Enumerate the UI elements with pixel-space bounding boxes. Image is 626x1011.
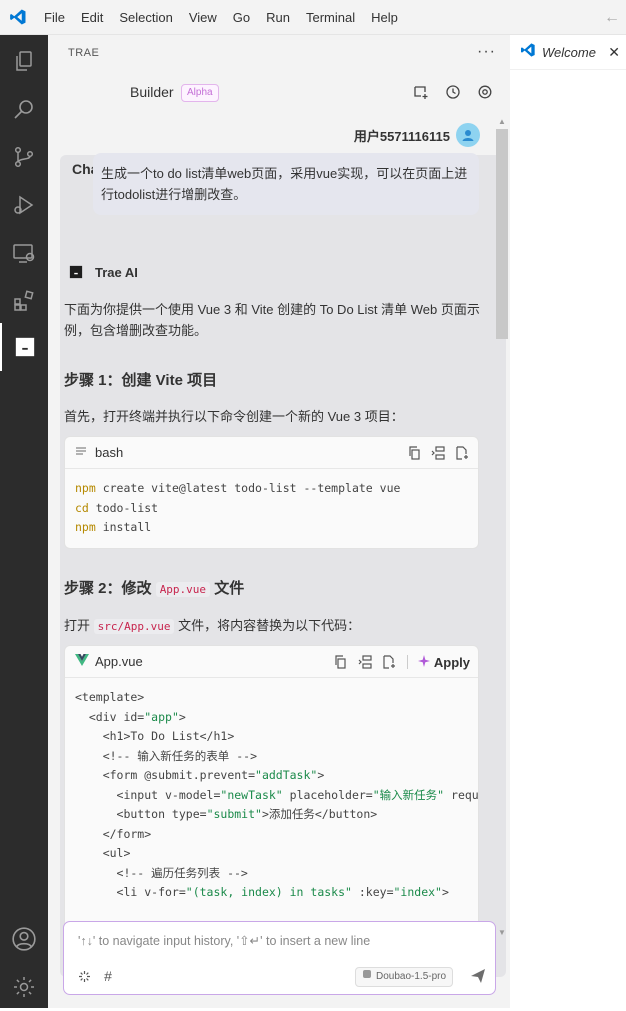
close-icon[interactable]: ✕: [608, 44, 620, 61]
step2-text-prefix: 打开: [64, 618, 94, 633]
menu-view[interactable]: View: [181, 0, 225, 35]
menu-help[interactable]: Help: [363, 0, 406, 35]
step2-heading-suffix: 文件: [210, 580, 245, 597]
ai-header: Trae AI: [64, 260, 138, 284]
code-kw: npm: [75, 520, 96, 534]
code-block-header: bash: [65, 437, 478, 469]
ai-intro-text: 下面为你提供一个使用 Vue 3 和 Vite 创建的 To Do List 清…: [64, 302, 480, 338]
settings-gear-icon[interactable]: [0, 963, 48, 1011]
bash-code-block: bash npm create vite@latest todo-list --…: [64, 436, 479, 549]
code-line: install: [95, 520, 152, 534]
apply-button[interactable]: Apply: [406, 654, 470, 670]
code-body: npm create vite@latest todo-list --templ…: [65, 469, 478, 548]
trae-ai-avatar-icon: [64, 260, 88, 284]
vscode-tab-icon: [520, 42, 536, 63]
menu-edit[interactable]: Edit: [73, 0, 111, 35]
tab-builder[interactable]: Builder: [118, 78, 186, 106]
code-kw: npm: [75, 481, 96, 495]
scroll-up-arrow-icon[interactable]: ▲: [498, 117, 506, 126]
new-chat-icon[interactable]: [412, 83, 430, 101]
trae-panel: TRAE ··· Chat Builder Alpha 用户5571116115…: [48, 35, 510, 1008]
explorer-icon[interactable]: [0, 37, 48, 85]
extensions-icon[interactable]: [0, 277, 48, 325]
account-icon[interactable]: [0, 915, 48, 963]
copy-icon[interactable]: [406, 445, 422, 461]
settings-icon[interactable]: [476, 83, 494, 101]
back-arrow-icon[interactable]: ←: [604, 9, 620, 27]
code-line: todo-list: [88, 500, 159, 515]
insert-at-cursor-icon[interactable]: [430, 445, 446, 461]
send-icon[interactable]: [469, 967, 487, 985]
copy-icon[interactable]: [333, 654, 349, 670]
context-sparkle-icon[interactable]: [76, 968, 92, 984]
insert-at-cursor-icon[interactable]: [357, 654, 373, 670]
code-filename: App.vue: [95, 654, 143, 669]
code-lang-label: bash: [95, 445, 124, 460]
editor-tab-label: Welcome: [542, 44, 596, 60]
scrollbar-thumb[interactable]: [496, 129, 508, 339]
model-name: Doubao-1.5-pro: [376, 971, 447, 982]
lines-icon: [75, 445, 87, 460]
model-selector[interactable]: Doubao-1.5-pro: [355, 967, 454, 987]
menu-go[interactable]: Go: [225, 0, 258, 35]
search-icon[interactable]: [0, 85, 48, 133]
add-file-icon[interactable]: [381, 654, 397, 670]
menu-terminal[interactable]: Terminal: [298, 0, 363, 35]
remote-explorer-icon[interactable]: [0, 229, 48, 277]
apply-separator: [406, 655, 408, 669]
user-name: 用户5571116115: [353, 128, 450, 144]
step2-text-suffix: 文件，将内容替换为以下代码：: [174, 618, 361, 633]
step1-text: 首先，打开终端并执行以下命令创建一个新的 Vue 3 项目：: [64, 409, 404, 424]
panel-title: TRAE: [68, 47, 100, 59]
step2-heading: 步骤 2：修改 App.vue 文件: [64, 577, 244, 598]
step1-heading: 步骤 1：创建 Vite 项目: [64, 372, 218, 389]
vue-logo-icon: [75, 654, 89, 669]
panel-header: TRAE ···: [48, 35, 510, 71]
trae-ai-icon[interactable]: [0, 323, 48, 371]
vue-code-body: <template> <div id="app"> <h1>To Do List…: [75, 690, 479, 899]
user-message: 生成一个to do list清单web页面，采用vue实现，可以在页面上进行to…: [93, 153, 479, 215]
run-debug-icon[interactable]: [0, 181, 48, 229]
apply-label: Apply: [433, 654, 470, 670]
step2-text: 打开 src/App.vue 文件，将内容替换为以下代码：: [64, 615, 484, 637]
menu-run[interactable]: Run: [258, 0, 298, 35]
code-kw: cd: [75, 500, 89, 515]
inline-code: src/App.vue: [93, 619, 175, 634]
code-block-header: App.vue Apply: [65, 646, 478, 678]
vscode-logo-icon: [0, 0, 36, 35]
history-icon[interactable]: [444, 83, 462, 101]
panel-tabs: Chat Builder Alpha: [48, 75, 510, 977]
inline-code: App.vue: [155, 582, 211, 597]
menu-file[interactable]: File: [36, 0, 73, 35]
step2-heading-prefix: 步骤 2：修改: [64, 580, 156, 597]
ai-name: Trae AI: [95, 264, 138, 280]
menu-bar: File Edit Selection View Go Run Terminal…: [0, 0, 626, 35]
editor-area: Welcome ✕: [510, 35, 626, 1008]
sparkle-icon: [417, 654, 430, 670]
scroll-down-arrow-icon[interactable]: ▼: [498, 928, 506, 937]
menu-selection[interactable]: Selection: [111, 0, 180, 35]
code-line: create vite@latest todo-list --template …: [95, 481, 401, 495]
chat-input-placeholder[interactable]: '↑↓' to navigate input history, '⇧↵' to …: [78, 933, 370, 948]
activity-bar: [0, 35, 48, 1008]
vue-code-block: App.vue Apply <template> <div id="app"> …: [64, 645, 479, 937]
model-icon: [362, 968, 372, 986]
ellipsis-icon[interactable]: ···: [477, 43, 496, 61]
chat-scrollbar[interactable]: ▲ ▼: [496, 115, 508, 937]
editor-tab-welcome[interactable]: Welcome ✕: [510, 35, 626, 70]
chat-scroll-area[interactable]: 用户5571116115 生成一个to do list清单web页面，采用vue…: [48, 115, 494, 937]
hash-icon[interactable]: #: [100, 968, 116, 984]
user-header: 用户5571116115: [354, 123, 480, 147]
user-avatar-icon: [456, 123, 480, 147]
alpha-badge: Alpha: [181, 84, 219, 102]
source-control-icon[interactable]: [0, 133, 48, 181]
chat-input-box[interactable]: '↑↓' to navigate input history, '⇧↵' to …: [63, 921, 496, 995]
add-file-icon[interactable]: [454, 445, 470, 461]
